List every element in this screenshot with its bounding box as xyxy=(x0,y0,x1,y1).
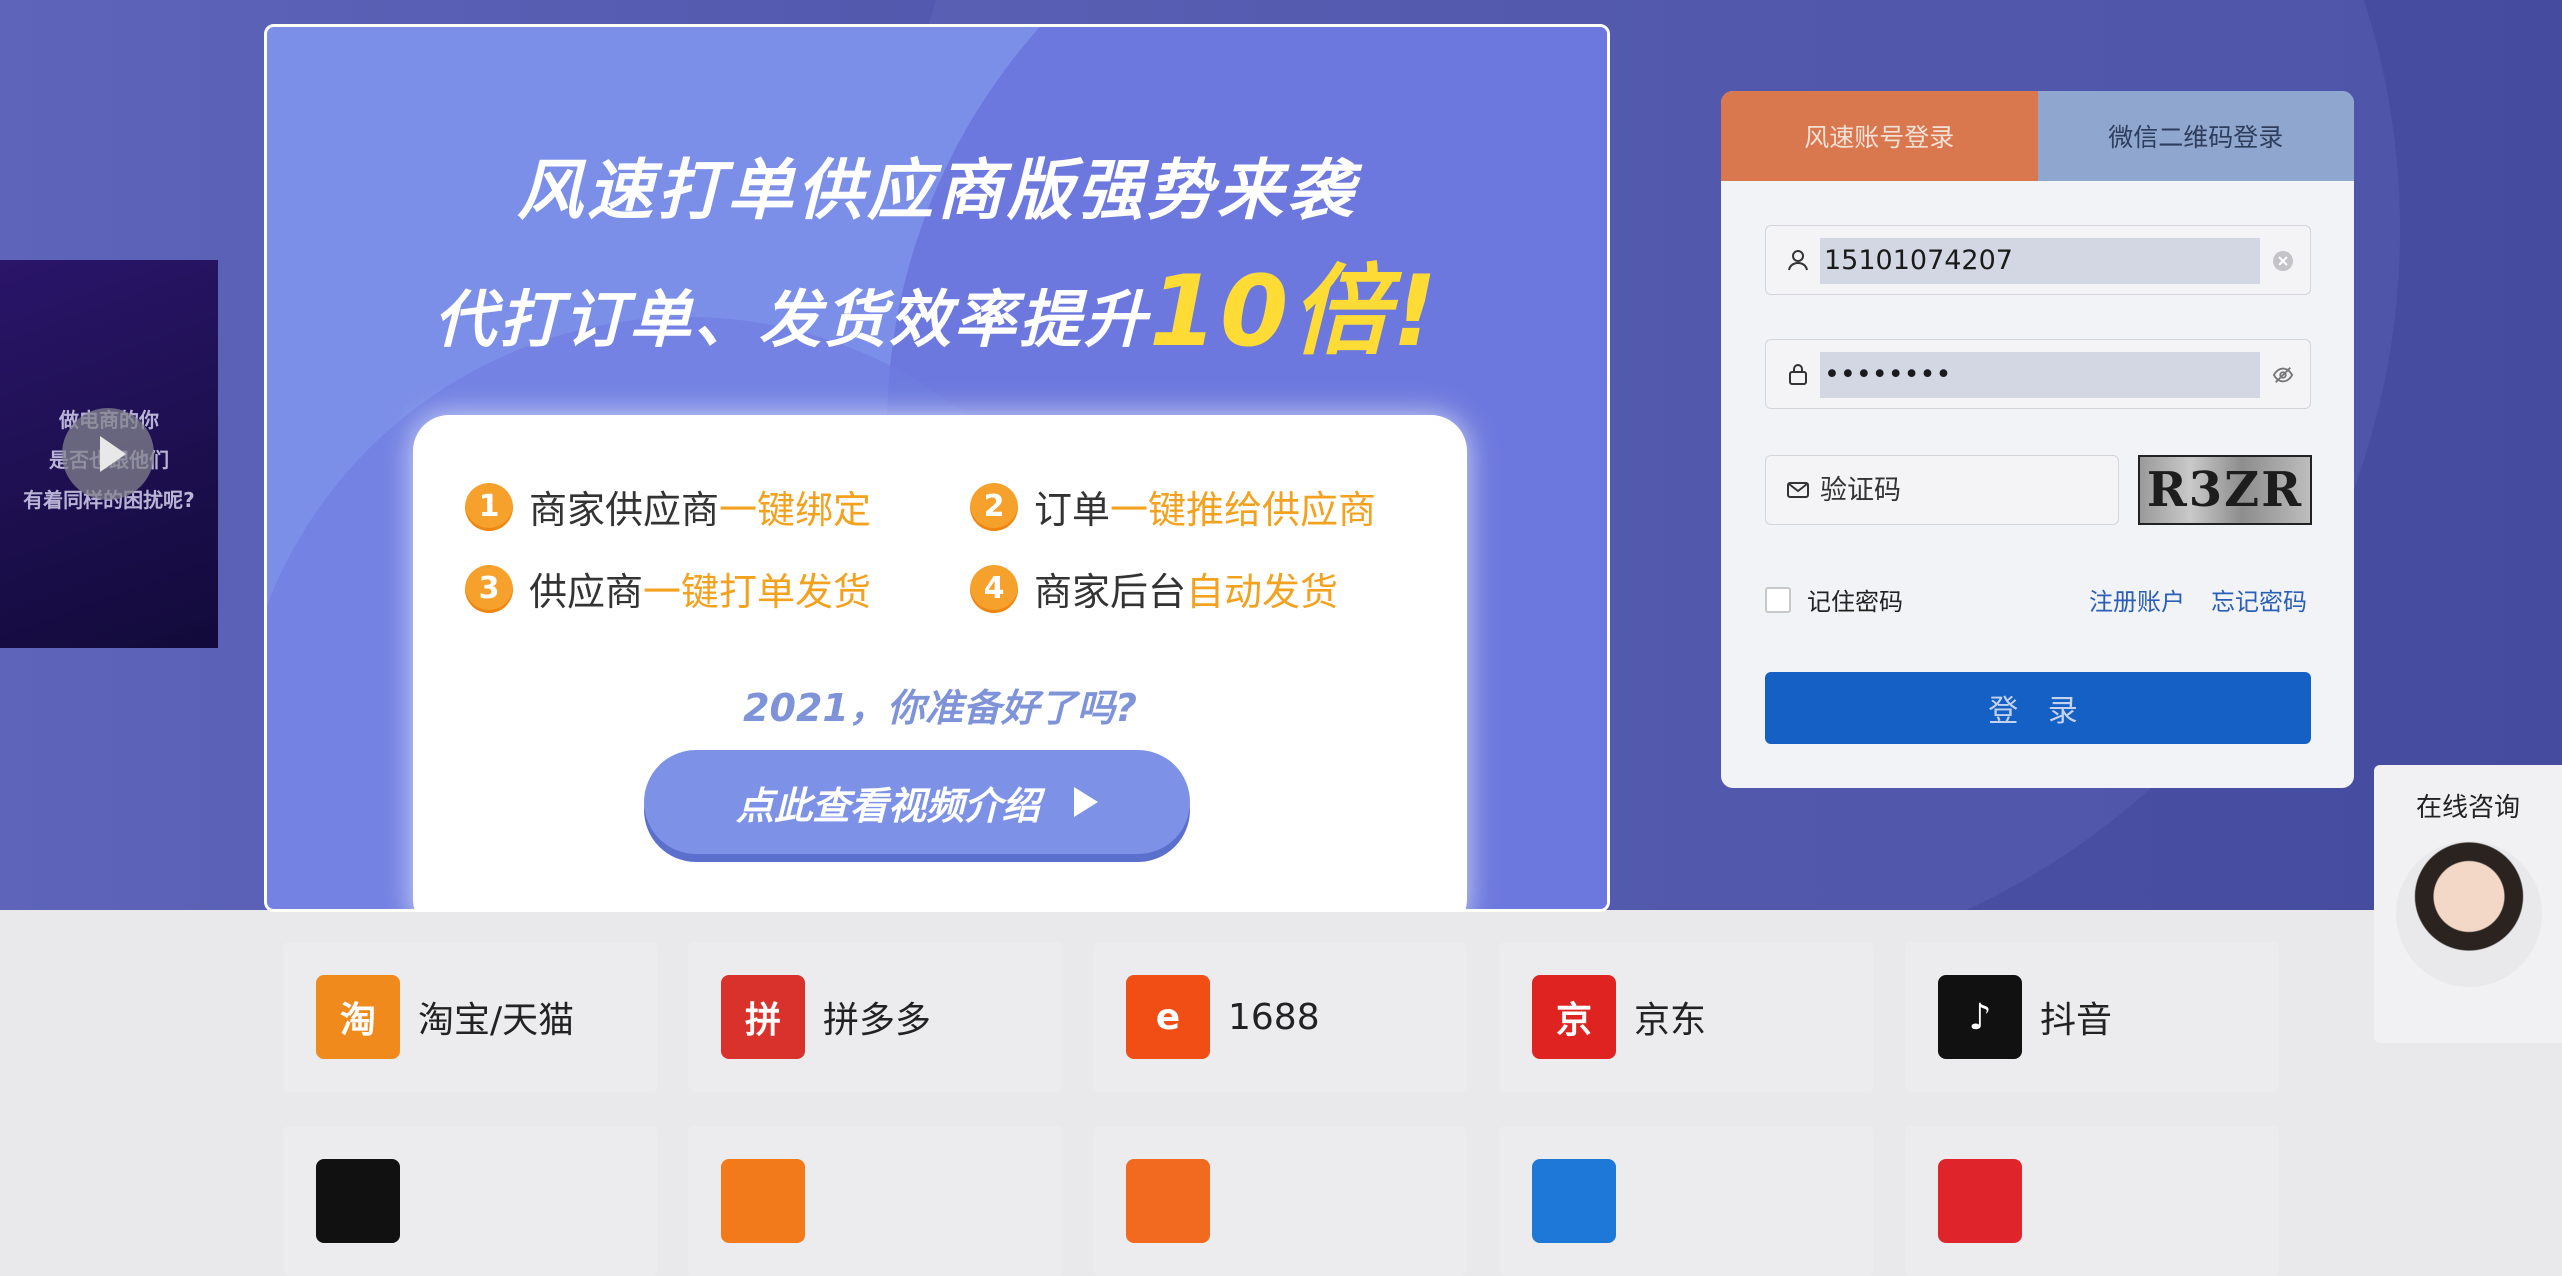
platform-icon xyxy=(1938,1159,2022,1243)
platform-row2-item[interactable] xyxy=(1093,1126,1467,1276)
watch-video-label: 点此查看视频介绍 xyxy=(735,783,1040,828)
login-tabs: 风速账号登录 微信二维码登录 xyxy=(1721,91,2354,181)
remember-checkbox[interactable] xyxy=(1765,586,1791,613)
tab-wechat-qr-login[interactable]: 微信二维码登录 xyxy=(2037,91,2354,181)
remember-password[interactable]: 记住密码 xyxy=(1765,582,1903,617)
pinduoduo-icon: 拼 xyxy=(721,975,805,1059)
login-card: 风速账号登录 微信二维码登录 15101074207 •••••••• 验证码 … xyxy=(1721,91,2354,788)
platform-row2-item[interactable] xyxy=(688,1126,1062,1276)
feature-text: 供应商 xyxy=(529,570,644,614)
eye-hidden-icon[interactable] xyxy=(2272,364,2294,386)
taobao-icon: 淘 xyxy=(316,975,400,1059)
mail-icon xyxy=(1787,482,1809,498)
clear-icon[interactable] xyxy=(2272,250,2294,272)
douyin-icon: ♪ xyxy=(1938,975,2022,1059)
promo-modal: 风速打单供应商版强势来袭 代打订单、发货效率提升10倍! 1 商家供应商 一键绑定… xyxy=(264,24,1610,912)
platform-row2-item[interactable] xyxy=(1905,1126,2279,1276)
feature-text: 商家后台 xyxy=(1034,570,1187,614)
register-link[interactable]: 注册账户 xyxy=(2089,582,2185,617)
promo-question: 2021，你准备好了吗? xyxy=(743,686,1137,730)
modal-subtitle-highlight: 10倍! xyxy=(1148,255,1441,369)
feature-highlight: 一键绑定 xyxy=(719,488,872,532)
modal-title: 风速打单供应商版强势来袭 xyxy=(517,152,1357,229)
modal-subtitle: 代打订单、发货效率提升10倍! xyxy=(267,232,1607,374)
step-number: 2 xyxy=(970,482,1018,531)
platform-douyin[interactable]: ♪ 抖音 xyxy=(1905,942,2279,1092)
douyin-icon xyxy=(316,1159,400,1243)
platform-name: 拼多多 xyxy=(823,1000,932,1041)
modal-subtitle-text: 代打订单、发货效率提升 xyxy=(433,283,1149,356)
platform-name: 淘宝/天猫 xyxy=(418,1000,575,1041)
platform-taobao[interactable]: 淘 淘宝/天猫 xyxy=(283,942,657,1092)
user-icon xyxy=(1788,250,1808,271)
platform-name: 抖音 xyxy=(2040,1000,2113,1041)
platform-icon xyxy=(721,1159,805,1243)
forgot-password-link[interactable]: 忘记密码 xyxy=(2211,582,2307,617)
lock-icon xyxy=(1789,364,1807,385)
online-consult-label: 在线咨询 xyxy=(2415,793,2520,823)
tab-account-login[interactable]: 风速账号登录 xyxy=(1721,91,2038,181)
username-field[interactable]: 15101074207 xyxy=(1765,225,2311,295)
platform-name: 京东 xyxy=(1634,1000,1707,1041)
feature-item: 3 供应商 一键打单发货 xyxy=(465,561,871,616)
platform-icon xyxy=(1532,1159,1616,1243)
platform-jd[interactable]: 京 京东 xyxy=(1499,942,1873,1092)
password-field[interactable]: •••••••• xyxy=(1765,339,2311,409)
password-value[interactable]: •••••••• xyxy=(1820,352,2260,398)
login-button[interactable]: 登 录 xyxy=(1765,672,2311,744)
platform-row2-item[interactable] xyxy=(1499,1126,1873,1276)
captcha-field[interactable]: 验证码 xyxy=(1765,455,2119,525)
step-number: 4 xyxy=(970,564,1018,613)
feature-item: 1 商家供应商 一键绑定 xyxy=(465,479,871,534)
feature-highlight: 自动发货 xyxy=(1186,570,1339,614)
platform-1688[interactable]: e 1688 xyxy=(1093,942,1467,1092)
play-icon xyxy=(1074,787,1098,817)
alibaba-1688-icon: e xyxy=(1126,975,1210,1059)
play-icon[interactable] xyxy=(62,408,154,500)
feature-item: 4 商家后台 自动发货 xyxy=(970,561,1338,616)
username-value[interactable]: 15101074207 xyxy=(1820,238,2260,284)
step-number: 3 xyxy=(465,564,513,613)
captcha-image[interactable]: R3ZR xyxy=(2138,455,2312,525)
feature-panel: 1 商家供应商 一键绑定 2 订单 一键推给供应商 3 供应商 一键打单发货 4 商家… xyxy=(413,415,1467,909)
platform-pinduoduo[interactable]: 拼 拼多多 xyxy=(688,942,1062,1092)
feature-text: 订单 xyxy=(1034,488,1111,532)
feature-item: 2 订单 一键推给供应商 xyxy=(970,479,1376,534)
platform-name: 1688 xyxy=(1228,996,1320,1038)
platform-icon xyxy=(1126,1159,1210,1243)
online-consult-widget[interactable]: 在线咨询 xyxy=(2374,765,2562,1043)
feature-highlight: 一键推给供应商 xyxy=(1110,488,1377,532)
feature-text: 商家供应商 xyxy=(529,488,720,532)
video-card[interactable]: 做电商的你 是否也跟他们 有着同样的困扰呢? xyxy=(0,260,218,648)
watch-video-button[interactable]: 点此查看视频介绍 xyxy=(644,750,1190,854)
feature-highlight: 一键打单发货 xyxy=(643,570,872,614)
platform-row2-item[interactable] xyxy=(283,1126,657,1276)
captcha-input[interactable]: 验证码 xyxy=(1820,468,1901,514)
agent-avatar[interactable] xyxy=(2396,841,2542,987)
step-number: 1 xyxy=(465,482,513,531)
remember-label: 记住密码 xyxy=(1807,588,1903,616)
jd-icon: 京 xyxy=(1532,975,1616,1059)
